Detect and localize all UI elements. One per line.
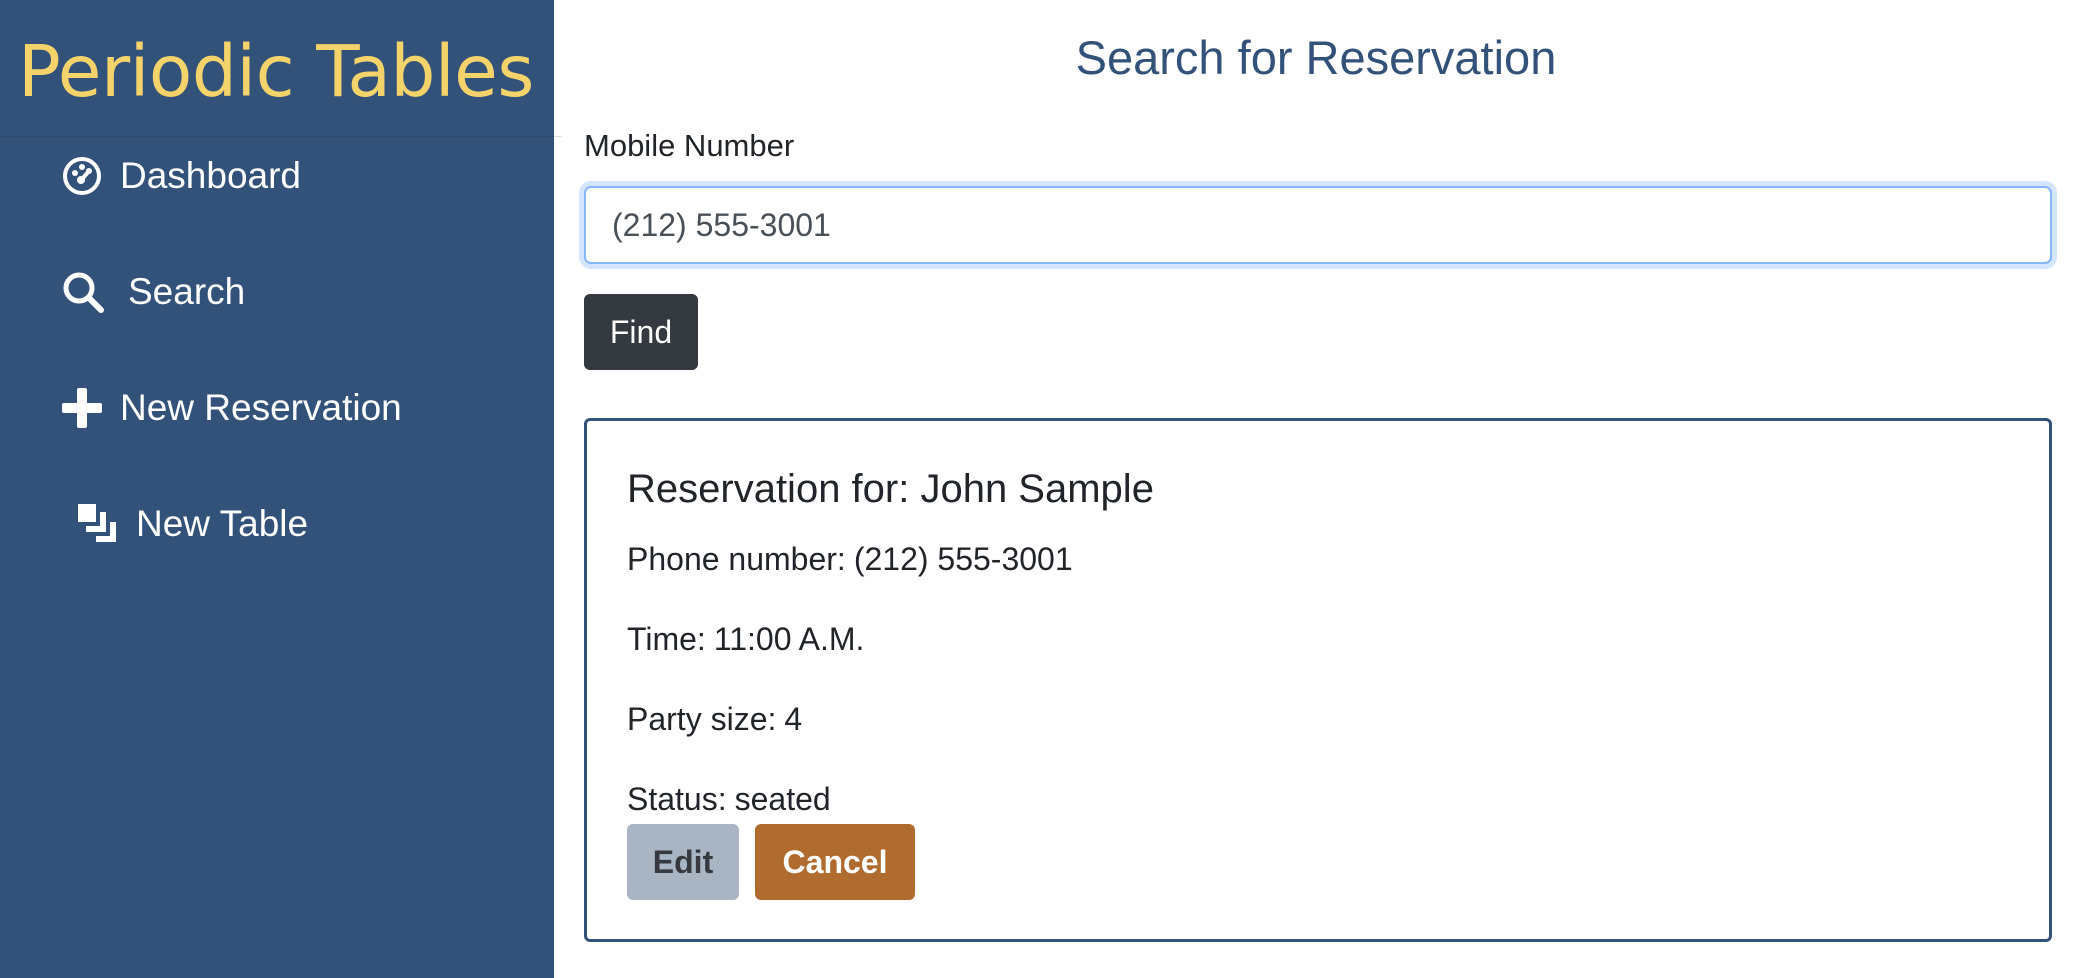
- layers-icon: [78, 504, 118, 544]
- party-size-label: Party size:: [627, 701, 777, 737]
- dashboard-icon: [62, 156, 102, 196]
- plus-icon: [62, 388, 102, 428]
- status-line: Status: seated: [627, 781, 831, 818]
- phone-number-value: (212) 555-3001: [853, 541, 1073, 577]
- app-title[interactable]: Periodic Tables: [18, 30, 534, 113]
- sidebar-item-label: Dashboard: [120, 155, 302, 196]
- time-line: Time: 11:00 A.M.: [627, 621, 864, 658]
- page-title: Search for Reservation: [1075, 31, 1557, 84]
- mobile-number-label: Mobile Number: [584, 128, 795, 163]
- sidebar-item-label: New Reservation: [120, 387, 402, 428]
- sidebar-item-label: Search: [128, 271, 246, 312]
- reservation-title: Reservation for: John Sample: [627, 467, 1154, 511]
- sidebar-item-new-table[interactable]: New Table: [78, 503, 308, 545]
- edit-button[interactable]: Edit: [627, 824, 739, 900]
- party-size-value: 4: [784, 701, 803, 737]
- phone-number-line: Phone number: (212) 555-3001: [627, 541, 1073, 578]
- status-value: seated: [734, 781, 831, 817]
- sidebar-item-search[interactable]: Search: [62, 271, 245, 313]
- time-label: Time:: [627, 621, 706, 657]
- mobile-number-input[interactable]: [584, 186, 2052, 264]
- cancel-button[interactable]: Cancel: [755, 824, 915, 900]
- reservation-card: Reservation for: John Sample Phone numbe…: [584, 418, 2052, 942]
- main-content: Search for Reservation Mobile Number Fin…: [554, 0, 2078, 978]
- party-size-line: Party size: 4: [627, 701, 802, 738]
- search-icon: [62, 271, 104, 313]
- sidebar-item-dashboard[interactable]: Dashboard: [62, 155, 301, 197]
- time-value: 11:00 A.M.: [713, 621, 865, 657]
- brand-divider: [0, 136, 562, 137]
- sidebar: Periodic Tables Dashboard Search New Res…: [0, 0, 562, 978]
- status-label: Status:: [627, 781, 727, 817]
- phone-number-label: Phone number:: [627, 541, 846, 577]
- sidebar-item-new-reservation[interactable]: New Reservation: [62, 387, 402, 429]
- find-button[interactable]: Find: [584, 294, 698, 370]
- sidebar-item-label: New Table: [136, 503, 309, 544]
